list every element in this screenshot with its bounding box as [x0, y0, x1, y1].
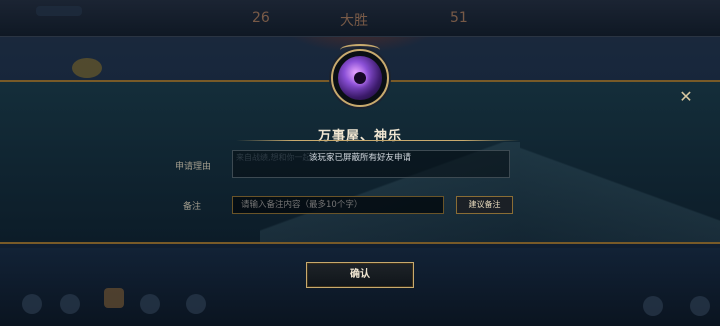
- bottom-icon-5: [186, 294, 206, 314]
- bottom-icon-2: [60, 294, 80, 314]
- bottom-icon-1: [22, 294, 42, 314]
- score-left: 26: [252, 10, 270, 26]
- player-name-title: 万事屋、神乐: [317, 129, 402, 144]
- bottom-icon-4: [140, 294, 160, 314]
- orb-icon: [338, 56, 382, 100]
- close-icon[interactable]: ✕: [679, 89, 693, 105]
- remark-label: 备注: [183, 202, 202, 212]
- bottom-icon-7: [690, 296, 710, 316]
- player-name-blur: [36, 6, 82, 16]
- match-result: 大胜: [340, 13, 368, 29]
- title-divider: [236, 140, 520, 141]
- bottom-icon-3: [104, 288, 124, 308]
- player-avatar-emblem: [331, 49, 389, 107]
- remark-input[interactable]: [232, 196, 444, 214]
- bottom-icon-6: [643, 296, 663, 316]
- blocked-notice: 该玩家已屏蔽所有好友申请: [308, 153, 411, 163]
- confirm-button[interactable]: 确认: [306, 262, 414, 288]
- avatar: [72, 58, 102, 78]
- suggest-remark-button[interactable]: 建议备注: [456, 196, 513, 214]
- score-right: 51: [450, 10, 468, 26]
